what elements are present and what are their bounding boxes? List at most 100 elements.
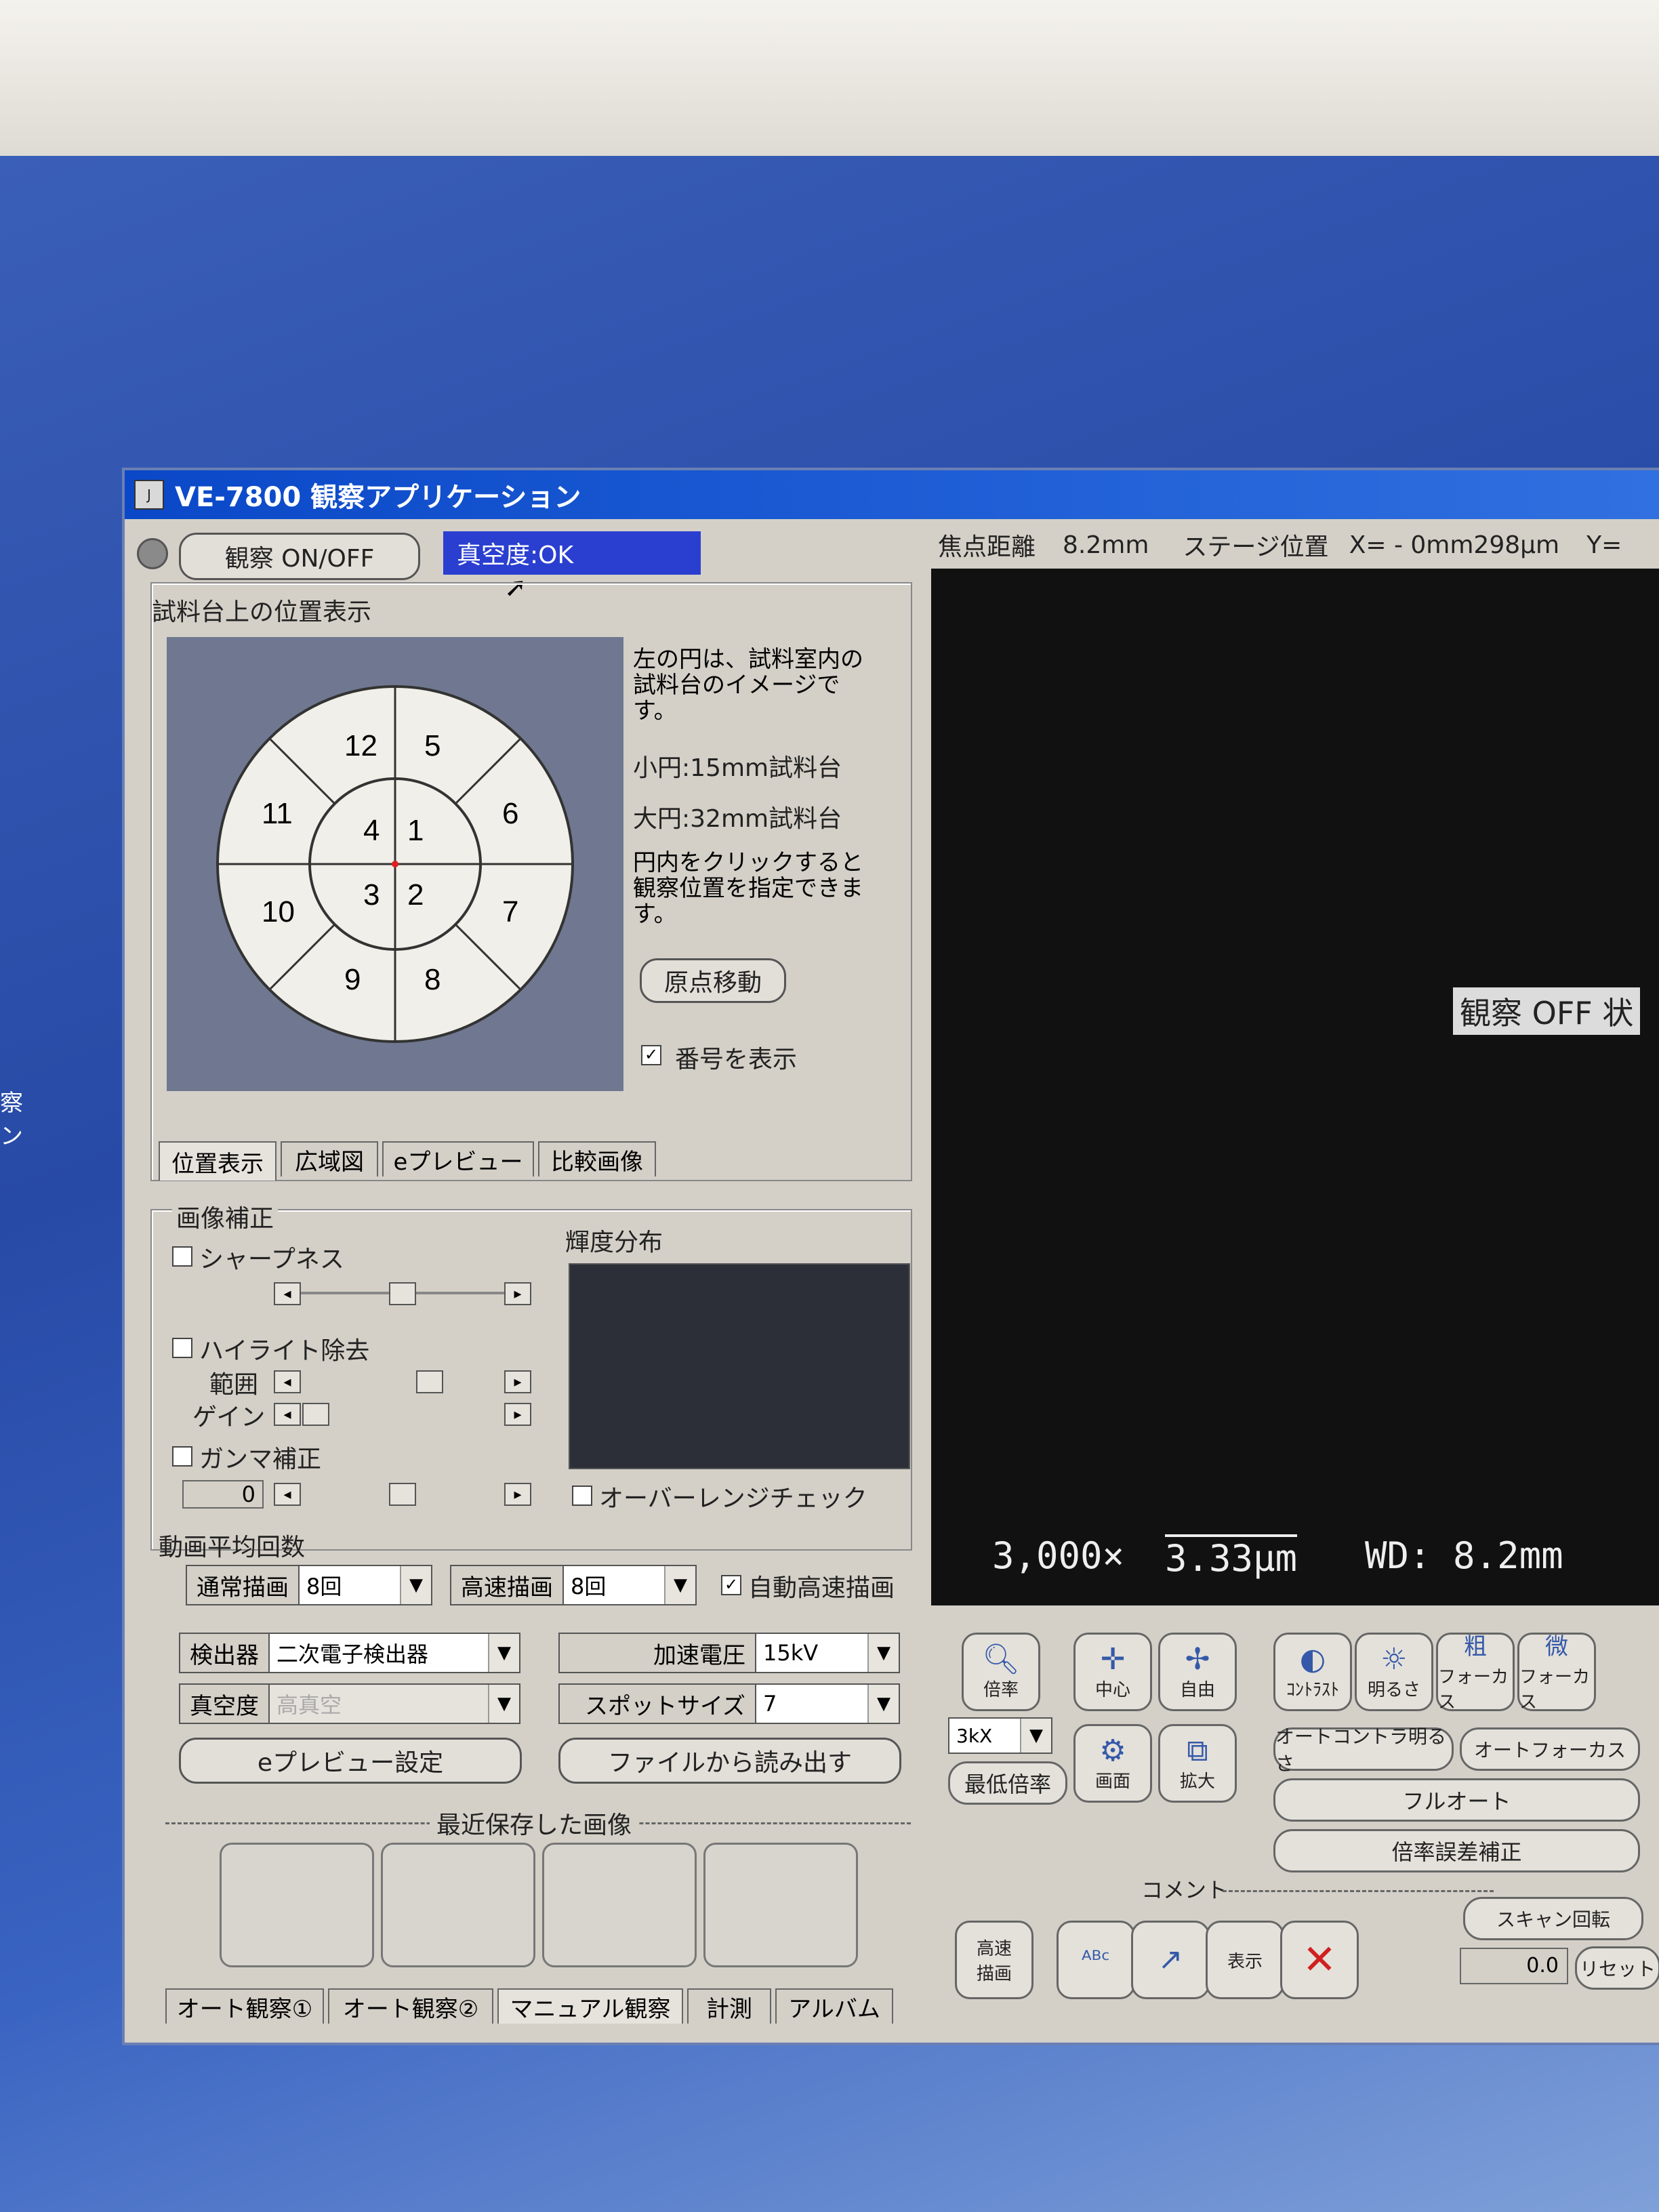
center-button[interactable]: ✛ 中心 [1073,1633,1152,1711]
brightness-button[interactable]: ☼ 明るさ [1355,1633,1433,1711]
tab-manual-observe[interactable]: マニュアル観察 [497,1988,683,2024]
chevron-down-icon[interactable]: ▼ [488,1685,519,1723]
contrast-button[interactable]: ◐ ｺﾝﾄﾗｽﾄ [1273,1633,1352,1711]
comment-divider [1223,1890,1494,1892]
enlarge-button[interactable]: ⧉ 拡大 [1158,1724,1237,1803]
fast-draw-label: 高速描画 [451,1566,564,1604]
chevron-down-icon[interactable]: ▼ [664,1566,695,1604]
title-bar[interactable]: J VE-7800 観察アプリケーション [125,470,1659,519]
normal-draw-value: 8回 [306,1574,342,1599]
free-move-button[interactable]: ✢ 自由 [1158,1633,1237,1711]
display-button[interactable]: 表示 [1206,1921,1284,1999]
chevron-down-icon[interactable]: ▼ [1020,1719,1051,1753]
mag-select-value: 3kX [956,1724,993,1747]
fast-draw-select[interactable]: 高速描画 8回 ▼ [450,1565,697,1605]
gamma-checkbox[interactable] [172,1446,192,1467]
observe-off-indicator: 観察 OFF 状 [1453,987,1641,1035]
gamma-left-arrow[interactable]: ◂ [274,1483,301,1506]
free-move-button-label: 自由 [1179,1679,1215,1700]
chevron-down-icon[interactable]: ▼ [400,1566,431,1604]
detector-select[interactable]: 検出器 二次電子検出器 ▼ [179,1633,520,1673]
coarse-focus-button[interactable]: 粗 フォーカス [1436,1633,1515,1713]
tab-compare[interactable]: 比較画像 [538,1141,656,1176]
show-numbers-checkbox[interactable]: ✓ [641,1045,661,1065]
fine-focus-icon: 微 [1545,1633,1568,1660]
sharpness-right-arrow[interactable]: ▸ [504,1282,531,1305]
auto-fast-checkbox[interactable]: ✓ [721,1575,741,1595]
tab-epreview[interactable]: eプレビュー [382,1141,534,1176]
load-from-file-button[interactable]: ファイルから読み出す [558,1738,901,1784]
mag-error-correction-button[interactable]: 倍率誤差補正 [1273,1829,1640,1872]
sharpness-thumb[interactable] [389,1282,416,1305]
spot-size-select[interactable]: スポットサイズ 7 ▼ [558,1683,900,1724]
gain-label: ゲイン [192,1404,266,1431]
chevron-down-icon[interactable]: ▼ [867,1634,899,1672]
tab-position[interactable]: 位置表示 [159,1141,276,1181]
chevron-down-icon[interactable]: ▼ [488,1634,519,1672]
epreview-settings-button[interactable]: eプレビュー設定 [179,1738,522,1784]
overrange-checkbox[interactable] [572,1486,592,1506]
crosshair-icon: ✛ [1100,1641,1126,1677]
origin-move-button[interactable]: 原点移動 [640,958,786,1003]
recent-thumbnail-3[interactable] [542,1843,697,1967]
recent-thumbnail-1[interactable] [220,1843,374,1967]
delete-comment-button[interactable]: ✕ [1280,1921,1359,1999]
screen-icon: ⚙ [1099,1733,1126,1768]
stage-map-svg[interactable]: 1 2 3 4 5 6 7 8 9 10 11 12 [167,637,623,1091]
auto-focus-button[interactable]: オートフォーカス [1460,1727,1640,1771]
sharpness-left-arrow[interactable]: ◂ [274,1282,301,1305]
magnification-button-label: 倍率 [983,1679,1019,1700]
fast-draw-button[interactable]: 高速描画 [955,1921,1033,1999]
range-right-arrow[interactable]: ▸ [504,1370,531,1393]
comment-label: コメント [1141,1877,1229,1903]
stage-map[interactable]: 1 2 3 4 5 6 7 8 9 10 11 12 [167,637,623,1091]
tab-auto-observe-1[interactable]: オート観察① [165,1988,324,2024]
enlarge-icon: ⧉ [1187,1733,1208,1768]
arrow-icon: ↗ [1158,1942,1183,1977]
arrow-comment-button[interactable]: ↗ [1131,1921,1210,1999]
app-window: J VE-7800 観察アプリケーション 観察 ON/OFF 真空度:OK ➚ … [122,468,1659,2045]
sharpness-checkbox[interactable] [172,1246,192,1267]
gamma-thumb[interactable] [389,1483,416,1506]
gain-thumb[interactable] [302,1403,329,1426]
sector-3-label: 3 [363,878,380,912]
auto-contrast-button[interactable]: オートコントラ明るさ [1273,1725,1454,1775]
highlight-checkbox[interactable] [172,1338,192,1358]
rotate-value[interactable]: 0.0 [1460,1948,1568,1984]
normal-draw-select[interactable]: 通常描画 8回 ▼ [186,1565,432,1605]
app-icon: J [134,480,164,510]
gamma-value[interactable]: 0 [182,1480,264,1509]
image-viewer[interactable]: 観察 OFF 状 3,000× 3.33μm WD: 8.2mm [931,569,1659,1605]
fine-focus-button[interactable]: 微 フォーカス [1517,1633,1596,1713]
tab-album[interactable]: アルバム [775,1988,893,2024]
gamma-label: ガンマ補正 [199,1446,322,1473]
text-comment-button[interactable]: ᴬᴮᶜ [1057,1921,1135,1999]
background-wall [0,0,1659,156]
overrange-label: オーバーレンジチェック [599,1485,867,1513]
gamma-right-arrow[interactable]: ▸ [504,1483,531,1506]
tab-auto-observe-2[interactable]: オート観察② [328,1988,493,2024]
magnification-button[interactable]: 🔍︎ 倍率 [962,1633,1040,1711]
recent-thumbnail-4[interactable] [703,1843,858,1967]
focal-distance-value: 8.2mm [1063,531,1149,559]
gain-right-arrow[interactable]: ▸ [504,1403,531,1426]
observe-onoff-button[interactable]: 観察 ON/OFF [179,533,420,580]
scan-rotate-button[interactable]: スキャン回転 [1463,1897,1643,1940]
mag-select[interactable]: 3kX ▼ [948,1717,1052,1754]
chevron-down-icon[interactable]: ▼ [867,1685,899,1723]
screen-button[interactable]: ⚙ 画面 [1073,1724,1152,1803]
full-auto-button[interactable]: フルオート [1273,1778,1640,1822]
min-mag-button[interactable]: 最低倍率 [948,1761,1067,1805]
reset-button[interactable]: リセット [1575,1946,1659,1990]
tab-measure[interactable]: 計測 [687,1988,771,2024]
accel-voltage-select[interactable]: 加速電圧 15kV ▼ [558,1633,900,1673]
vacuum-select[interactable]: 真空度 高真空 ▼ [179,1683,520,1724]
gain-left-arrow[interactable]: ◂ [274,1403,301,1426]
tab-wide-area[interactable]: 広域図 [281,1141,378,1176]
recent-thumbnail-2[interactable] [381,1843,535,1967]
sector-6-label: 6 [502,797,518,830]
sector-5-label: 5 [424,729,441,762]
stage-y-value: Y= [1586,531,1622,559]
range-thumb[interactable] [416,1370,443,1393]
range-left-arrow[interactable]: ◂ [274,1370,301,1393]
